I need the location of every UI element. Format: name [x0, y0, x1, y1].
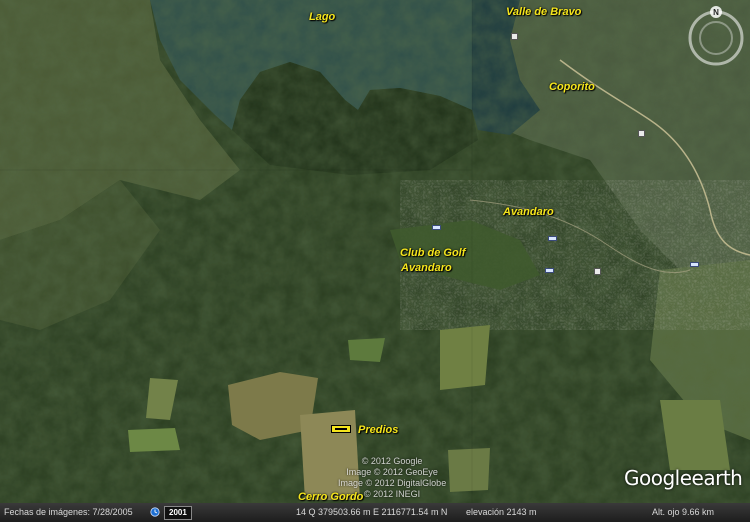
- copyright-line: Image © 2012 GeoEye: [346, 467, 438, 477]
- clearing-8: [448, 448, 490, 492]
- compass-north-letter: N: [713, 8, 719, 17]
- copyright-line: Image © 2012 DigitalGlobe: [338, 478, 447, 488]
- clearing-6: [348, 338, 385, 362]
- poi-icon[interactable]: [638, 130, 645, 137]
- label-coporito[interactable]: Coporito: [549, 81, 595, 94]
- lodging-icon[interactable]: [548, 236, 557, 241]
- logo-google: Google: [624, 466, 692, 490]
- status-bar: Fechas de imágenes: 7/28/2005 2001 14 Q …: [0, 503, 750, 522]
- label-valle-de-bravo[interactable]: Valle de Bravo: [506, 6, 581, 19]
- poi-icon[interactable]: [594, 268, 601, 275]
- logo-earth: earth: [691, 466, 743, 490]
- label-club-de-golf[interactable]: Club de Golf: [400, 246, 465, 260]
- satellite-imagery: [0, 0, 750, 522]
- label-predios[interactable]: Predios: [358, 424, 398, 437]
- lodging-icon[interactable]: [690, 262, 699, 267]
- copyright-attribution: © 2012 Google Image © 2012 GeoEye Image …: [338, 456, 446, 500]
- predios-marker-icon[interactable]: [331, 425, 351, 433]
- label-club-de-golf-avandaro[interactable]: Avandaro: [401, 261, 452, 275]
- google-earth-logo: Googleearth: [624, 466, 743, 490]
- map-viewport[interactable]: Lago Valle de Bravo Coporito Avandaro Cl…: [0, 0, 750, 522]
- coordinates-readout: 14 Q 379503.66 m E 2116771.54 m N: [296, 507, 448, 517]
- navigation-control[interactable]: N: [686, 6, 746, 66]
- lodging-icon[interactable]: [545, 268, 554, 273]
- imagery-dates: Fechas de imágenes: 7/28/2005: [4, 507, 133, 517]
- label-avandaro[interactable]: Avandaro: [503, 206, 554, 219]
- clearing-7: [660, 400, 730, 470]
- copyright-line: © 2012 INEGI: [364, 489, 421, 499]
- clearing-5: [128, 428, 180, 452]
- historical-imagery-icon[interactable]: [150, 507, 160, 517]
- copyright-line: © 2012 Google: [361, 456, 423, 466]
- label-lago[interactable]: Lago: [309, 11, 335, 24]
- year-badge[interactable]: 2001: [164, 506, 192, 520]
- clearing-3: [440, 325, 490, 390]
- elevation-readout: elevación 2143 m: [466, 507, 537, 517]
- lodging-icon[interactable]: [432, 225, 441, 230]
- eye-altitude-readout: Alt. ojo 9.66 km: [652, 507, 715, 517]
- poi-icon[interactable]: [511, 33, 518, 40]
